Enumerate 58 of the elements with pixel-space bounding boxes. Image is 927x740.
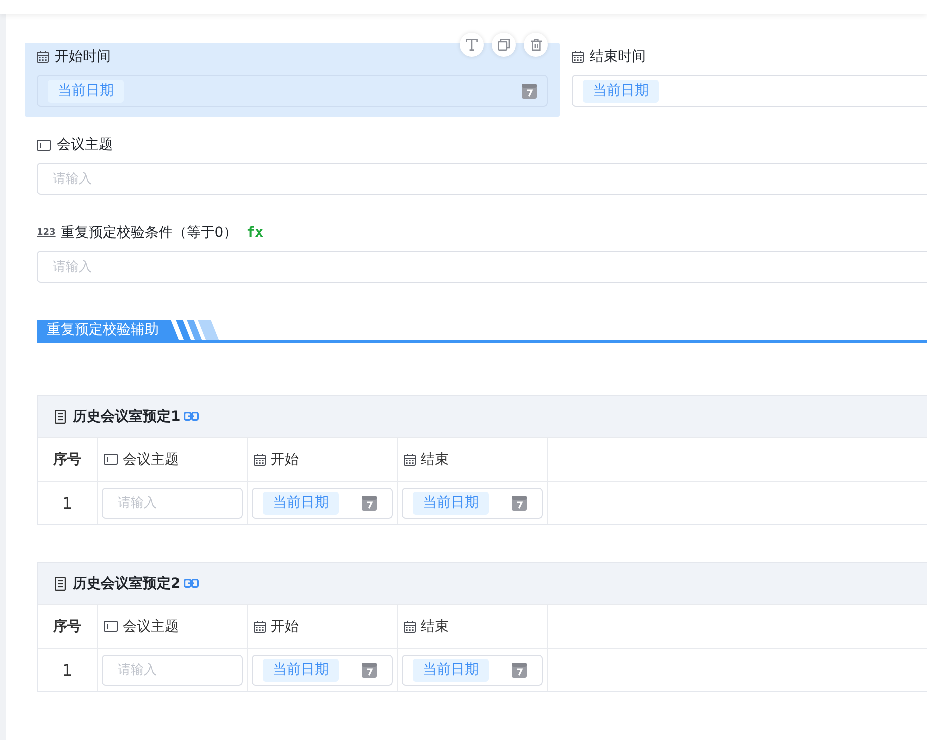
delete-icon	[530, 39, 542, 51]
date-value-tag: 当前日期	[413, 492, 489, 514]
document-icon	[55, 576, 66, 590]
calendar-icon	[37, 51, 49, 63]
text-field-icon	[104, 621, 118, 632]
calendar-icon	[512, 496, 527, 510]
date-field[interactable]: 当前日期	[402, 488, 543, 518]
link-icon	[184, 412, 199, 421]
column-header: 开始	[271, 450, 299, 468]
field-label: 会议主题	[57, 136, 113, 154]
date-value-tag: 当前日期	[48, 80, 124, 102]
date-field[interactable]: 当前日期	[572, 75, 927, 107]
calendar-icon	[572, 51, 584, 63]
field-label: 开始时间	[55, 48, 111, 66]
column-header: 结束	[421, 450, 449, 468]
calendar-icon	[362, 496, 377, 510]
text-input[interactable]: 请输入	[37, 163, 927, 195]
column-header: 开始	[271, 618, 299, 636]
calendar-icon	[362, 662, 377, 678]
text-input[interactable]: 请输入	[102, 654, 243, 686]
link-icon	[184, 579, 199, 588]
document-icon	[55, 410, 66, 424]
table-title: 历史会议室预定2	[73, 574, 181, 592]
date-field[interactable]: 当前日期	[252, 488, 393, 518]
number-input[interactable]: 请输入	[37, 251, 927, 283]
calendar-icon	[522, 84, 537, 98]
date-value-tag: 当前日期	[583, 80, 659, 102]
column-header: 序号	[54, 618, 82, 636]
copy-button[interactable]	[492, 33, 516, 57]
column-header: 序号	[54, 450, 82, 468]
date-field[interactable]: 当前日期	[252, 654, 393, 686]
field-label: 重复预定校验条件（等于0）	[60, 224, 238, 242]
text-field-icon	[37, 140, 51, 150]
calendar-icon	[404, 620, 416, 632]
calendar-icon	[254, 620, 266, 632]
text-input[interactable]: 请输入	[102, 488, 243, 518]
formula-mark: fx	[246, 225, 264, 241]
delete-button[interactable]	[524, 33, 548, 57]
number-type-mark: 123	[37, 227, 56, 239]
date-field[interactable]: 当前日期	[37, 75, 548, 107]
text-field-icon	[104, 454, 118, 465]
date-value-tag: 当前日期	[263, 492, 339, 514]
calendar-icon	[254, 454, 266, 466]
calendar-icon	[512, 662, 527, 678]
format-button[interactable]	[460, 33, 484, 57]
column-header: 结束	[421, 618, 449, 636]
column-header: 会议主题	[123, 450, 179, 468]
column-header: 会议主题	[123, 618, 179, 636]
date-field[interactable]: 当前日期	[402, 654, 543, 686]
row-number: 1	[62, 494, 73, 512]
letter-t-icon	[466, 39, 478, 51]
copy-icon	[498, 39, 510, 51]
date-value-tag: 当前日期	[413, 658, 489, 682]
calendar-icon	[404, 454, 416, 466]
field-label: 结束时间	[590, 48, 646, 66]
row-number: 1	[62, 660, 73, 680]
table-title: 历史会议室预定1	[73, 408, 181, 426]
date-value-tag: 当前日期	[263, 658, 339, 682]
